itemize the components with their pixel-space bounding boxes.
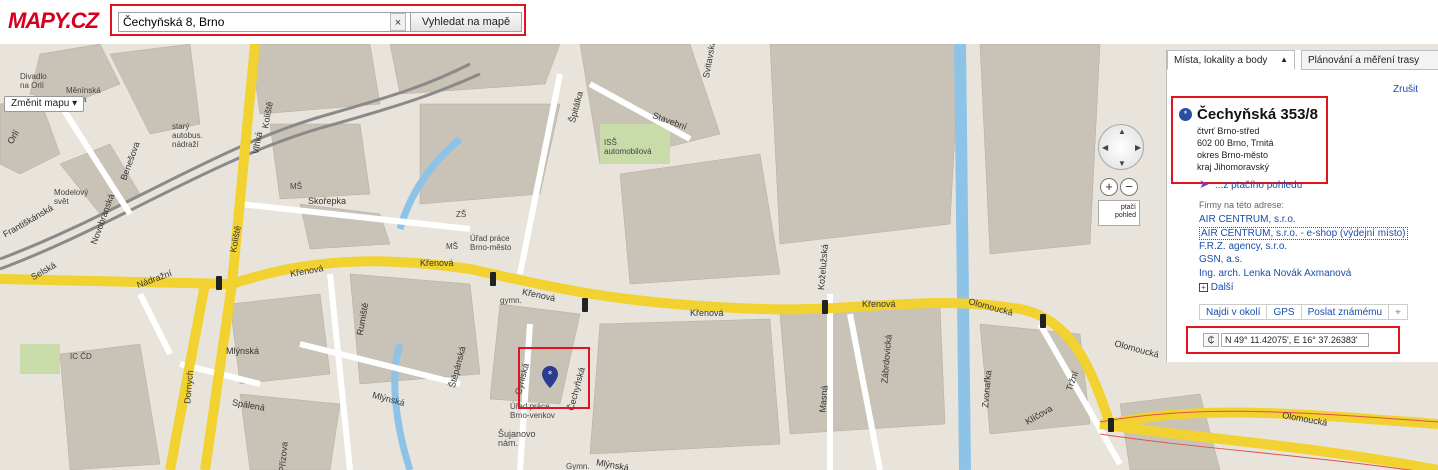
search-button[interactable]: Vyhledat na mapě	[410, 12, 522, 32]
location-pin-icon[interactable]: *	[542, 366, 558, 388]
label-divadlo: Divadlo na Orlí	[20, 72, 47, 90]
label-ms2: MŠ	[446, 242, 458, 251]
firm-link[interactable]: F.R.Z. agency, s.r.o.	[1199, 241, 1287, 252]
label-ic-cd: IC ČD	[70, 352, 92, 361]
traffic-light-icon	[1040, 314, 1046, 328]
firm-link[interactable]: AIR CENTRUM, s.r.o. - e-shop (výdejní mí…	[1199, 227, 1408, 240]
firms-heading: Firmy na této adrese:	[1199, 200, 1285, 210]
send-to-friend-button[interactable]: Poslat známému	[1302, 305, 1390, 319]
traffic-light-icon	[490, 272, 496, 286]
tab-route-planning[interactable]: Plánování a měření trasy	[1301, 50, 1438, 70]
label-modelovy-svet: Modelový svět	[54, 188, 89, 206]
pan-down-icon[interactable]: ▼	[1118, 159, 1126, 168]
tab-places-label: Místa, lokality a body	[1174, 55, 1268, 66]
collapse-arrow-icon[interactable]: ▲	[1280, 55, 1288, 64]
traffic-light-icon	[216, 276, 222, 290]
address-title: Čechyňská 353/8	[1197, 106, 1318, 123]
label-ms1: MŠ	[290, 182, 302, 191]
firm-link[interactable]: GSN, a.s.	[1199, 254, 1242, 265]
more-label: Další	[1210, 282, 1234, 293]
traffic-light-icon	[1108, 418, 1114, 432]
mapy-logo[interactable]: MAPY.CZ	[8, 8, 99, 34]
zoom-in-button[interactable]: +	[1100, 178, 1118, 196]
pan-control[interactable]: ▲ ▼ ◀ ▶	[1098, 124, 1144, 170]
street-krenova-5: Křenová	[862, 299, 896, 309]
clear-search-button[interactable]: ×	[390, 13, 406, 31]
label-zs: ZŠ	[456, 210, 467, 219]
address-line: čtvrť Brno-střed	[1197, 126, 1260, 136]
street-krenova-2: Křenová	[420, 258, 454, 268]
search-input[interactable]	[118, 12, 418, 32]
crosshair-icon[interactable]: ⌖	[1389, 305, 1407, 319]
search-highlight: × Vyhledat na mapě	[110, 4, 526, 36]
street-mlynska-1: Mlýnská	[226, 346, 260, 356]
zoom-out-button[interactable]: −	[1120, 178, 1138, 196]
svg-text:*: *	[548, 370, 553, 380]
bird-icon: ➤	[1199, 177, 1210, 191]
street-krenova-4: Křenová	[690, 308, 724, 318]
pan-right-icon[interactable]: ▶	[1135, 143, 1141, 152]
address-pin-icon: *	[1179, 108, 1192, 121]
change-map-button[interactable]: Změnit mapu ▾	[4, 96, 85, 112]
side-panel: Místa, lokality a body ▲ Plánování a měř…	[1166, 50, 1438, 362]
label-gymn: gymn.	[500, 296, 522, 305]
find-nearby-button[interactable]: Najdi v okolí	[1200, 305, 1268, 319]
street-skorepka: Skořepka	[308, 196, 347, 206]
tab-places[interactable]: Místa, lokality a body ▲	[1167, 50, 1295, 70]
traffic-light-icon	[582, 298, 588, 312]
label-urad-prace: Úřad práce Brno-město	[470, 234, 512, 252]
firm-link[interactable]: AIR CENTRUM, s.r.o.	[1199, 214, 1296, 225]
more-firms-link[interactable]: + Další	[1199, 282, 1234, 293]
cancel-link[interactable]: Zrušit	[1393, 84, 1418, 95]
address-line: 602 00 Brno, Trnitá	[1197, 138, 1274, 148]
birds-eye-button[interactable]: ptačí pohled	[1098, 200, 1140, 226]
label-gymn2: Gymn.	[566, 462, 590, 470]
gps-button[interactable]: GPS	[1267, 305, 1302, 319]
label-sujanovo: Šujanovo nám.	[498, 429, 536, 448]
pan-up-icon[interactable]: ▲	[1118, 127, 1126, 136]
label-iss: ISŠ automobilová	[604, 138, 652, 156]
pan-left-icon[interactable]: ◀	[1102, 143, 1108, 152]
plus-icon: +	[1199, 283, 1208, 292]
action-bar: Najdi v okolí GPS Poslat známému ⌖	[1199, 304, 1408, 320]
address-line: okres Brno-město	[1197, 150, 1269, 160]
traffic-light-icon	[822, 300, 828, 314]
birds-eye-link[interactable]: ...z ptačího pohledu	[1215, 180, 1302, 191]
coordinates-format-icon[interactable]: ₵	[1203, 333, 1219, 347]
label-stary-autobus: starý autobus. nádraží	[172, 122, 203, 149]
header: MAPY.CZ × Vyhledat na mapě	[0, 0, 1438, 44]
firm-link[interactable]: Ing. arch. Lenka Novák Axmanová	[1199, 268, 1351, 279]
coordinates-field[interactable]: N 49° 11.42075', E 16° 37.26383'	[1221, 333, 1369, 347]
address-line: kraj Jihomoravský	[1197, 162, 1270, 172]
